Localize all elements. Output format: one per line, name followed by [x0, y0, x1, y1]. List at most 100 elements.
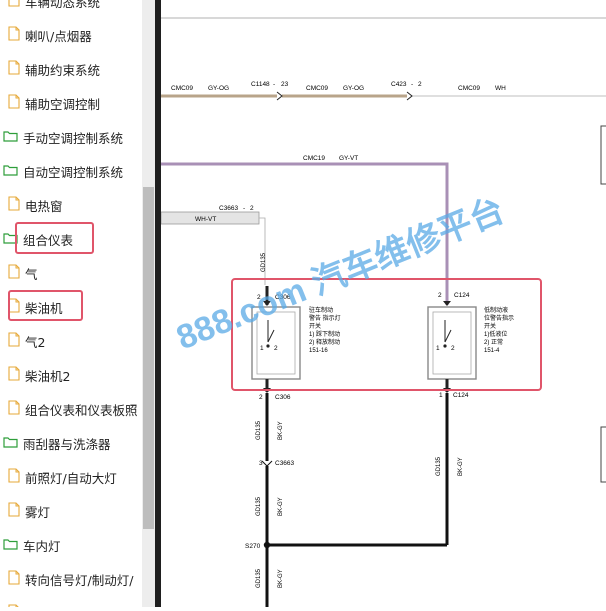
- document-icon: [8, 0, 20, 10]
- svg-text:151-16: 151-16: [309, 348, 328, 354]
- sw-right-contact: [443, 344, 447, 348]
- sidebar-item[interactable]: 气2: [0, 324, 45, 358]
- sidebar-item-label: 气: [25, 266, 38, 282]
- document-icon: [8, 468, 20, 486]
- document-icon: [8, 264, 20, 282]
- document-icon: [8, 94, 20, 112]
- sidebar-item[interactable]: 车辆动态系统: [0, 0, 100, 18]
- sidebar-item-label: 雨刮器与洗涤器: [23, 436, 111, 452]
- sidebar-item[interactable]: 辅助空调控制: [0, 86, 100, 120]
- folder-icon: [3, 130, 18, 145]
- svg-text:151-4: 151-4: [484, 348, 500, 354]
- offpage-component-top: [600, 125, 606, 185]
- splice-s270-dot: [263, 541, 271, 549]
- sidebar-item-label: 转向信号灯/制动灯/: [25, 572, 134, 588]
- wire-label-right: GD135: [436, 456, 442, 476]
- svg-text:低制动液: 低制动液: [484, 306, 508, 314]
- connector-c423-symbol: [406, 91, 413, 101]
- document-icon: [8, 196, 20, 214]
- highlight-box-diesel: [8, 290, 83, 321]
- sw-right-top-pin: 2: [438, 292, 442, 299]
- svg-text:2) 释放制动: 2) 释放制动: [309, 338, 340, 346]
- sw-left-pin-b: 2: [274, 345, 278, 352]
- wire-vert-label-top: GD135: [261, 252, 267, 272]
- svg-text:开关: 开关: [484, 322, 496, 330]
- connector-label-c3663-bottom: C3663: [275, 460, 295, 467]
- sidebar-item-label: 车内灯: [23, 538, 61, 554]
- sw-left-pin-a: 1: [260, 345, 264, 352]
- sidebar-item[interactable]: 组合仪表和仪表板照: [0, 392, 138, 426]
- document-icon: [8, 60, 20, 78]
- sidebar-item-label: 喇叭/点烟器: [25, 28, 92, 44]
- sidebar-item[interactable]: 雨刮器与洗涤器: [0, 426, 111, 460]
- wire-label-cmc09-a: CMC09: [171, 85, 193, 92]
- document-icon: [8, 570, 20, 588]
- sidebar-item[interactable]: 电热窗: [0, 188, 63, 222]
- switch-right-inner: [432, 311, 472, 375]
- sidebar-item[interactable]: 气: [0, 256, 38, 290]
- wiring-diagram: CMC09 GY-OG C1148 - 23 CMC09 GY-OG C423 …: [160, 17, 606, 607]
- document-icon: [8, 400, 20, 418]
- sidebar-scrollbar[interactable]: [142, 0, 155, 607]
- sidebar-item-label: 雾灯: [25, 504, 51, 520]
- wire-color-left-3: BK-GY: [278, 569, 284, 588]
- folder-icon: [3, 538, 18, 553]
- pin-sep-c3663-top: -: [243, 205, 245, 212]
- sw-right-pin-b: 2: [451, 345, 455, 352]
- pin-label-c3663-top: 2: [250, 205, 254, 212]
- document-icon: [8, 332, 20, 350]
- wire-color-gy-vt: GY-VT: [339, 155, 358, 162]
- sidebar-tree: 车辆动态系统喇叭/点烟器辅助约束系统辅助空调控制手动空调控制系统 自动空调控制系统…: [0, 0, 142, 607]
- sw-left-bottom-conn: C306: [275, 394, 291, 401]
- sidebar-item[interactable]: 辅助约束系统: [0, 52, 100, 86]
- connector-label-c1148: C1148: [251, 81, 270, 88]
- pin-label-c1148: 23: [281, 81, 289, 88]
- sidebar-item[interactable]: 停车灯、尾灯和牌照: [0, 596, 138, 607]
- wire-color-gy-og-b: GY-OG: [343, 85, 364, 92]
- sidebar-item-label: 电热窗: [25, 198, 63, 214]
- sidebar-item[interactable]: 转向信号灯/制动灯/: [0, 562, 133, 596]
- sw-left-desc: 驻车制动 警告 指示灯 开关 1) 踩下制动 2) 释放制动 151-16: [309, 306, 341, 354]
- sidebar-item-label: 前照灯/自动大灯: [25, 470, 117, 486]
- sidebar-item[interactable]: 自动空调控制系统: [0, 154, 123, 188]
- sidebar-item[interactable]: 前照灯/自动大灯: [0, 460, 117, 494]
- wire-color-left-1: BK-GY: [278, 421, 284, 440]
- connector-label-c423: C423: [391, 81, 407, 88]
- sidebar-item-label: 停车灯、尾灯和牌照: [25, 604, 138, 608]
- scrollbar-thumb[interactable]: [143, 187, 154, 529]
- sidebar-item[interactable]: 手动空调控制系统: [0, 120, 123, 154]
- wire-label-cmc19: CMC19: [303, 155, 325, 162]
- sidebar-item[interactable]: 柴油机2: [0, 358, 70, 392]
- sidebar-item-label: 辅助空调控制: [25, 96, 101, 112]
- svg-text:警告 指示灯: 警告 指示灯: [309, 314, 341, 322]
- svg-text:开关: 开关: [309, 322, 321, 330]
- wire-color-gy-og-a: GY-OG: [208, 85, 229, 92]
- connector-label-c3663-top: C3663: [219, 205, 239, 212]
- pin-sep-c423: -: [411, 81, 413, 88]
- sw-right-bottom-pin: 1: [439, 392, 443, 399]
- sidebar-item[interactable]: 车内灯: [0, 528, 61, 562]
- wire-color-wh-vt: WH-VT: [195, 216, 216, 223]
- offpage-component-bottom: [600, 426, 606, 483]
- connector-c1148-symbol: [276, 91, 283, 101]
- sw-right-pin-a: 1: [436, 345, 440, 352]
- sidebar-item[interactable]: 喇叭/点烟器: [0, 18, 92, 52]
- sw-right-bottom-conn: C124: [453, 392, 469, 399]
- sw-right-arrow-top: [443, 301, 451, 306]
- highlight-box-cluster: [15, 222, 94, 254]
- sw-right-top-conn: C124: [454, 292, 470, 299]
- sidebar-item[interactable]: 雾灯: [0, 494, 50, 528]
- wire-color-right: BK-GY: [458, 457, 464, 476]
- document-icon: [8, 26, 20, 44]
- wire-label-left-1: GD135: [256, 420, 262, 440]
- svg-text:驻车制动: 驻车制动: [309, 306, 333, 314]
- pin-sep-c1148: -: [273, 81, 275, 88]
- sw-right-desc: 低制动液 位警告指示 开关 1)低液位 2) 正常 151-4: [484, 306, 514, 354]
- sidebar-item-label: 组合仪表和仪表板照: [25, 402, 138, 418]
- wire-label-cmc09-c: CMC09: [458, 85, 480, 92]
- folder-icon: [3, 436, 18, 451]
- svg-text:1)低液位: 1)低液位: [484, 330, 507, 338]
- wire-color-left-2: BK-GY: [278, 497, 284, 516]
- document-icon: [8, 366, 20, 384]
- connector-c3663-symbol: [261, 460, 273, 467]
